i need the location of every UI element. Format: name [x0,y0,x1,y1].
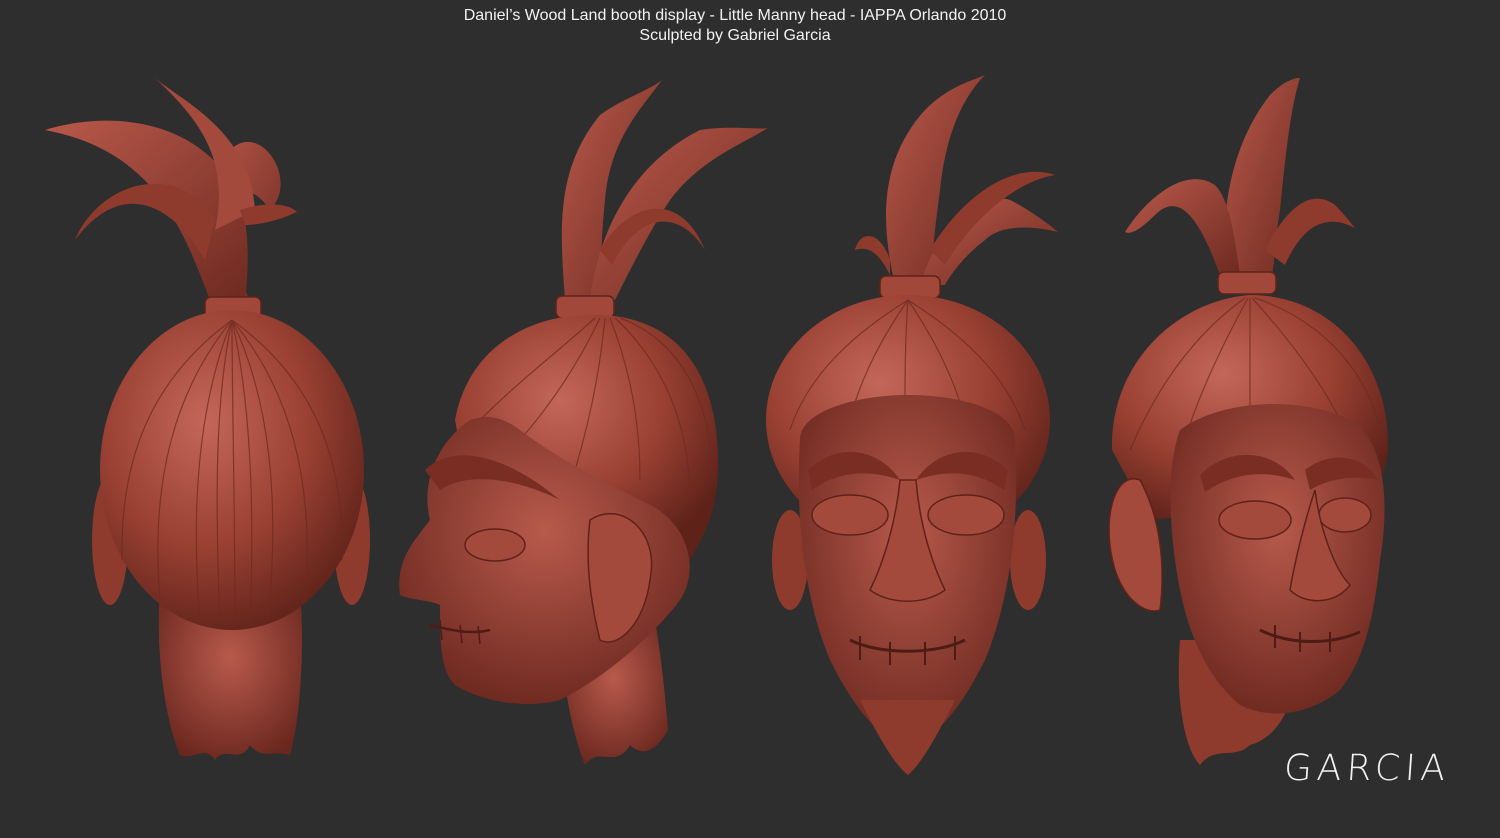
head-three-quarter-view [1108,78,1389,765]
sculpt-views [45,75,1389,775]
head-profile-view [399,80,768,765]
head-back-view [45,78,370,760]
artist-signature: GARCIA [1282,748,1452,789]
head-front-view [766,75,1058,775]
